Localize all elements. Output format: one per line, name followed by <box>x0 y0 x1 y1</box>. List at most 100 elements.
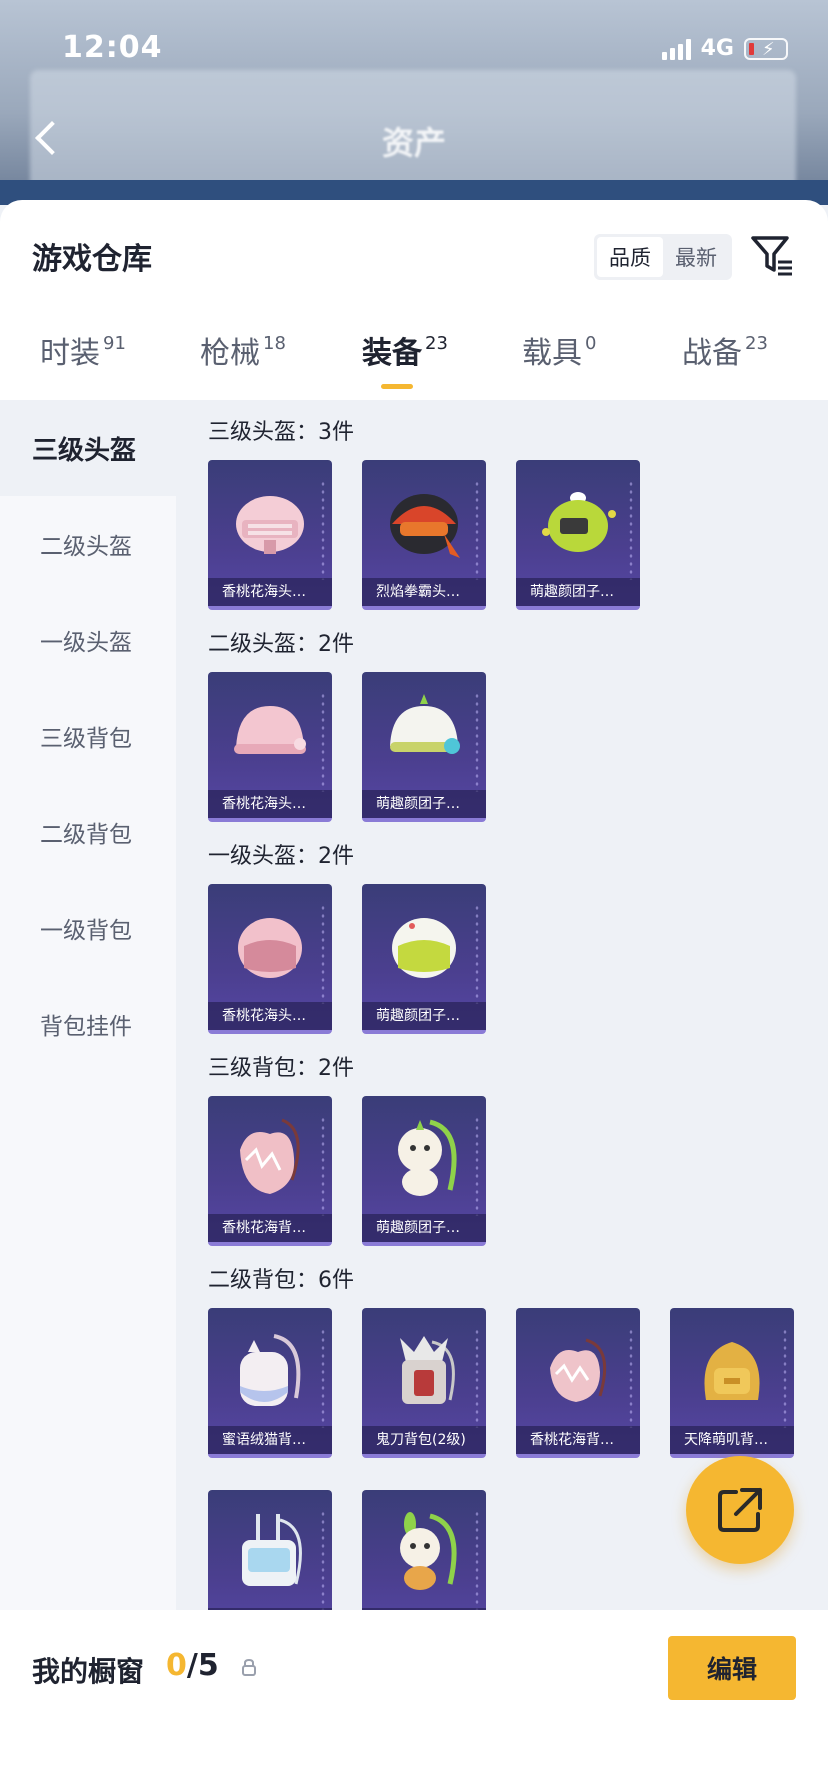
backpack-icon <box>400 1512 457 1590</box>
item-card[interactable]: 萌趣颜团子… <box>362 672 486 822</box>
item-name: 香桃花海头… <box>208 1002 332 1030</box>
battery-icon: ⚡ <box>744 37 788 60</box>
section-title: 一级头盔：2件 <box>208 844 354 869</box>
tab-label: 装备 <box>362 336 422 371</box>
backpack-icon <box>240 1118 300 1194</box>
item-name: 鬼刀背包(2级) <box>362 1426 486 1454</box>
showcase-count: 0/5 <box>166 1648 219 1683</box>
item-name <box>362 1608 486 1610</box>
item-card[interactable]: 香桃花海背… <box>208 1096 332 1246</box>
sidebar-item-lv1-backpack[interactable]: 一级背包 <box>0 880 176 976</box>
sidebar-item-lv2-helmet[interactable]: 二级头盔 <box>0 496 176 592</box>
category-tabs: 时装 91 枪械 18 装备 23 载具 0 战备 23 <box>0 328 828 400</box>
item-card[interactable] <box>208 1490 332 1610</box>
item-card[interactable]: 鬼刀背包(2级) <box>362 1308 486 1458</box>
card-decoration <box>474 1116 480 1216</box>
backpack-icon <box>550 1338 607 1402</box>
backpack-icon <box>398 1119 457 1196</box>
item-name: 香桃花海头… <box>208 578 332 606</box>
item-card[interactable]: 香桃花海头… <box>208 884 332 1034</box>
item-card[interactable]: 烈焰拳霸头… <box>362 460 486 610</box>
tab-count: 23 <box>425 333 448 354</box>
card-decoration <box>474 480 480 580</box>
showcase-total: /5 <box>186 1648 219 1683</box>
section-title: 二级头盔：2件 <box>208 632 354 657</box>
card-decoration <box>474 692 480 792</box>
app-header: 12:04 4G ⚡ 资产 <box>0 0 828 205</box>
item-grid: 三级头盔：3件 香桃花海头… 烈焰拳霸头… 萌趣颜团子… 二级头盔：2件 香桃花… <box>176 400 828 1610</box>
item-card[interactable]: 香桃花海头… <box>208 460 332 610</box>
sheet-title: 游戏仓库 <box>32 242 152 277</box>
item-card[interactable]: 天降萌叽背… <box>670 1308 794 1458</box>
tab-label: 载具 <box>522 336 582 371</box>
item-name: 香桃花海头… <box>208 790 332 818</box>
card-decoration <box>320 692 326 792</box>
card-decoration <box>474 1328 480 1428</box>
sidebar-item-lv1-helmet[interactable]: 一级头盔 <box>0 592 176 688</box>
helmet-icon <box>236 496 304 554</box>
share-button[interactable] <box>686 1456 794 1564</box>
tab-gear[interactable]: 战备 23 <box>682 328 768 400</box>
showcase-label: 我的橱窗 <box>32 1655 145 1688</box>
card-decoration <box>628 480 634 580</box>
backpack-icon <box>704 1342 760 1400</box>
network-type: 4G <box>700 36 734 61</box>
edit-button[interactable]: 编辑 <box>668 1636 796 1700</box>
category-sidebar: 三级头盔 二级头盔 一级头盔 三级背包 二级背包 一级背包 背包挂件 <box>0 400 176 1610</box>
showcase-bar: 我的橱窗 0/5 编辑 <box>0 1612 828 1792</box>
sidebar-item-lv3-backpack[interactable]: 三级背包 <box>0 688 176 784</box>
helmet-icon <box>234 706 306 754</box>
sidebar-item-backpack-charm[interactable]: 背包挂件 <box>0 976 176 1072</box>
helmet-icon <box>390 494 460 558</box>
section-title: 三级背包：2件 <box>208 1056 354 1081</box>
helmet-icon <box>542 492 616 552</box>
item-card[interactable]: 萌趣颜团子… <box>362 1096 486 1246</box>
status-indicators: 4G ⚡ <box>661 36 788 61</box>
tab-fashion[interactable]: 时装 91 <box>40 328 126 400</box>
lock-icon <box>242 1658 256 1676</box>
page-title: 资产 <box>381 124 446 162</box>
share-external-icon <box>718 1488 762 1532</box>
showcase-current: 0 <box>166 1648 187 1683</box>
item-card[interactable]: 萌趣颜团子… <box>362 884 486 1034</box>
backpack-icon <box>240 1334 301 1406</box>
tab-count: 18 <box>263 333 286 354</box>
tab-weapons[interactable]: 枪械 18 <box>200 328 286 400</box>
tab-vehicles[interactable]: 载具 0 <box>522 328 596 400</box>
sort-quality-button[interactable]: 品质 <box>597 237 663 277</box>
item-name: 萌趣颜团子… <box>362 1002 486 1030</box>
item-name <box>208 1608 332 1610</box>
section-title: 三级头盔：3件 <box>208 420 354 445</box>
sort-newest-button[interactable]: 最新 <box>663 237 729 277</box>
tab-active-indicator <box>381 384 413 389</box>
item-name: 烈焰拳霸头… <box>362 578 486 606</box>
item-name: 香桃花海背… <box>516 1426 640 1454</box>
item-name: 萌趣颜团子… <box>362 1214 486 1242</box>
backpack-icon <box>400 1336 455 1404</box>
card-decoration <box>628 1328 634 1428</box>
card-decoration <box>474 1510 480 1610</box>
item-name: 香桃花海背… <box>208 1214 332 1242</box>
item-name: 萌趣颜团子… <box>362 790 486 818</box>
backpack-icon <box>242 1514 302 1586</box>
helmet-icon <box>390 694 460 754</box>
card-decoration <box>782 1328 788 1428</box>
filter-icon[interactable] <box>750 232 794 280</box>
status-time: 12:04 <box>62 30 163 65</box>
helmet-icon <box>238 918 302 978</box>
item-name: 天降萌叽背… <box>670 1426 794 1454</box>
item-card[interactable]: 萌趣颜团子… <box>516 460 640 610</box>
tab-equipment[interactable]: 装备 23 <box>362 328 448 400</box>
sidebar-item-lv3-helmet[interactable]: 三级头盔 <box>0 400 176 496</box>
item-card[interactable]: 香桃花海背… <box>516 1308 640 1458</box>
card-decoration <box>320 480 326 580</box>
section-title: 二级背包：6件 <box>208 1268 354 1293</box>
card-decoration <box>320 904 326 1004</box>
item-card[interactable]: 蜜语绒猫背… <box>208 1308 332 1458</box>
item-card[interactable]: 香桃花海头… <box>208 672 332 822</box>
tab-count: 91 <box>103 333 126 354</box>
tab-label: 时装 <box>40 336 100 371</box>
tab-label: 枪械 <box>200 336 260 371</box>
item-card[interactable] <box>362 1490 486 1610</box>
sidebar-item-lv2-backpack[interactable]: 二级背包 <box>0 784 176 880</box>
